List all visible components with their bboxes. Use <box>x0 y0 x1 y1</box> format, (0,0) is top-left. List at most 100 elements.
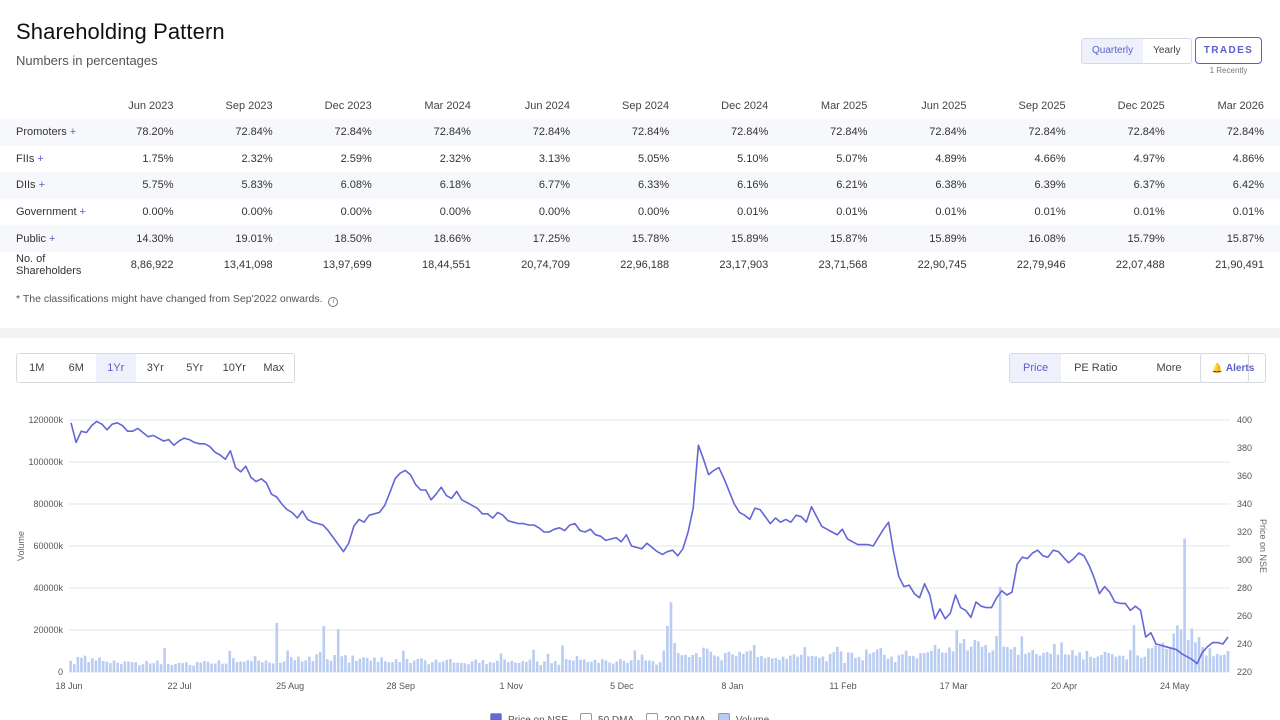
volume-bar <box>470 661 474 672</box>
row-label[interactable]: Promoters + <box>0 119 96 146</box>
volume-bar <box>749 650 752 672</box>
legend-label: 200 DMA <box>664 715 706 720</box>
volume-bar <box>438 662 441 672</box>
toggle-yearly[interactable]: Yearly <box>1143 39 1190 63</box>
expand-plus-icon[interactable]: + <box>39 179 45 191</box>
table-cell: 72.84% <box>387 119 487 146</box>
volume-bar <box>680 655 684 672</box>
volume-bar <box>897 655 901 672</box>
volume-bar <box>832 652 836 672</box>
column-header: Jun 2023 <box>128 100 174 112</box>
volume-bar <box>760 655 763 672</box>
volume-bar <box>814 656 817 672</box>
volume-bar <box>459 662 463 672</box>
row-label[interactable]: Public + <box>0 225 96 252</box>
table-row[interactable]: DIIs +5.75% 5.83% 6.08% 6.18% 6.77% 6.33% 6.16%… <box>0 172 1280 199</box>
table-row[interactable]: Government +0.00% 0.00% 0.00% 0.00% 0.00% 0.00… <box>0 199 1280 226</box>
price-line <box>70 420 1229 665</box>
table-cell: 72.84% <box>982 119 1082 146</box>
column-header: Dec 2025 <box>1117 100 1165 112</box>
row-label[interactable]: DIIs + <box>0 172 96 199</box>
volume-bar <box>908 656 912 672</box>
table-cell: 23,71,568 <box>818 259 868 272</box>
volume-bar <box>423 660 427 672</box>
period-max[interactable]: Max <box>254 354 294 382</box>
volume-bar <box>1204 655 1208 672</box>
volume-bar <box>1165 648 1168 672</box>
volume-bar <box>553 661 557 672</box>
y-tick-left: 120000k <box>28 415 63 425</box>
volume-bar <box>611 663 615 672</box>
volume-bar <box>394 659 398 672</box>
expand-plus-icon[interactable]: + <box>70 126 76 138</box>
row-label-text: Promoters <box>16 126 67 139</box>
column-header: Jun 2025 <box>921 100 967 112</box>
table-cell: 6.21% <box>784 172 884 199</box>
table-cell: 0.01% <box>836 206 868 219</box>
table-cell: 5.75% <box>96 172 190 199</box>
tab-pe-ratio[interactable]: PE Ratio <box>1061 354 1130 382</box>
volume-bar <box>127 661 130 672</box>
legend-checkbox[interactable] <box>717 713 730 720</box>
table-cell: 72.84% <box>1180 119 1280 146</box>
trades-button[interactable]: TRADES <box>1195 37 1262 64</box>
volume-bar <box>152 663 156 672</box>
table-row[interactable]: Public +14.30% 19.01% 18.50% 18.66% 17.25% 15.… <box>0 225 1280 252</box>
table-cell: 6.39% <box>982 172 1082 199</box>
table-cell: 22,79,946 <box>1016 259 1066 272</box>
info-icon[interactable]: i <box>328 297 339 307</box>
volume-bar <box>430 662 434 672</box>
row-label[interactable]: Government + <box>0 199 96 226</box>
legend-checkbox[interactable] <box>490 713 502 720</box>
column-header: Mar 2025 <box>820 100 868 112</box>
volume-bar <box>561 645 564 672</box>
expand-plus-icon[interactable]: + <box>80 206 86 218</box>
alerts-button[interactable]: 🔔 Alerts <box>1200 353 1266 383</box>
volume-bar <box>326 659 329 672</box>
period-10yr[interactable]: 10Yr <box>215 354 255 382</box>
period-3yr[interactable]: 3Yr <box>136 354 176 382</box>
tab-price[interactable]: Price <box>1010 354 1062 382</box>
volume-bar <box>141 664 145 672</box>
table-cell: 6.38% <box>883 172 983 199</box>
table-row[interactable]: FIIs +1.75% 2.32% 2.59% 2.32% 3.13% 5.05% 5.10%… <box>0 146 1280 173</box>
volume-bar <box>535 661 539 672</box>
row-label[interactable]: FIIs + <box>0 146 96 173</box>
volume-bar <box>890 656 893 672</box>
volume-bar <box>336 629 340 672</box>
table-cell: 5.07% <box>836 152 868 165</box>
legend-checkbox[interactable] <box>580 713 593 720</box>
volume-bar <box>604 660 608 672</box>
period-6m[interactable]: 6M <box>57 354 97 382</box>
row-label-text: No. of Shareholders <box>16 253 82 278</box>
period-1yr[interactable]: 1Yr <box>96 354 136 382</box>
y-tick-left: 80000k <box>33 499 63 509</box>
volume-bar <box>828 653 832 672</box>
legend-item[interactable]: Price on NSE <box>490 713 568 720</box>
volume-bar <box>662 650 666 672</box>
table-row[interactable]: Promoters +78.20% 72.84% 72.84% 72.84% 72.84%… <box>0 119 1280 146</box>
period-1m[interactable]: 1M <box>17 354 57 382</box>
y-tick-right: 360 <box>1237 471 1252 481</box>
volume-bar <box>528 659 532 672</box>
expand-plus-icon[interactable]: + <box>49 233 55 245</box>
legend-item[interactable]: Volume <box>717 713 769 720</box>
volume-bar <box>803 647 807 672</box>
legend-checkbox[interactable] <box>646 713 659 720</box>
period-5yr[interactable]: 5Yr <box>175 354 215 382</box>
volume-bar <box>781 656 785 672</box>
volume-bar <box>1034 654 1038 672</box>
table-cell: 15.87% <box>784 225 884 252</box>
toggle-quarterly[interactable]: Quarterly <box>1082 39 1144 63</box>
table-cell: 4.97% <box>1133 152 1165 165</box>
volume-bar <box>875 649 879 672</box>
price-volume-chart[interactable]: 0 20000k 40000k 60000k 80000k 100000k 120000k 2… <box>0 400 1280 710</box>
expand-plus-icon[interactable]: + <box>37 153 43 165</box>
volume-bar <box>383 661 387 672</box>
volume-bar <box>933 644 937 672</box>
volume-bar <box>973 639 977 672</box>
volume-bar <box>228 650 232 672</box>
volume-bar <box>821 656 825 672</box>
legend-item[interactable]: 50 DMA <box>580 713 634 720</box>
legend-item[interactable]: 200 DMA <box>646 713 706 720</box>
